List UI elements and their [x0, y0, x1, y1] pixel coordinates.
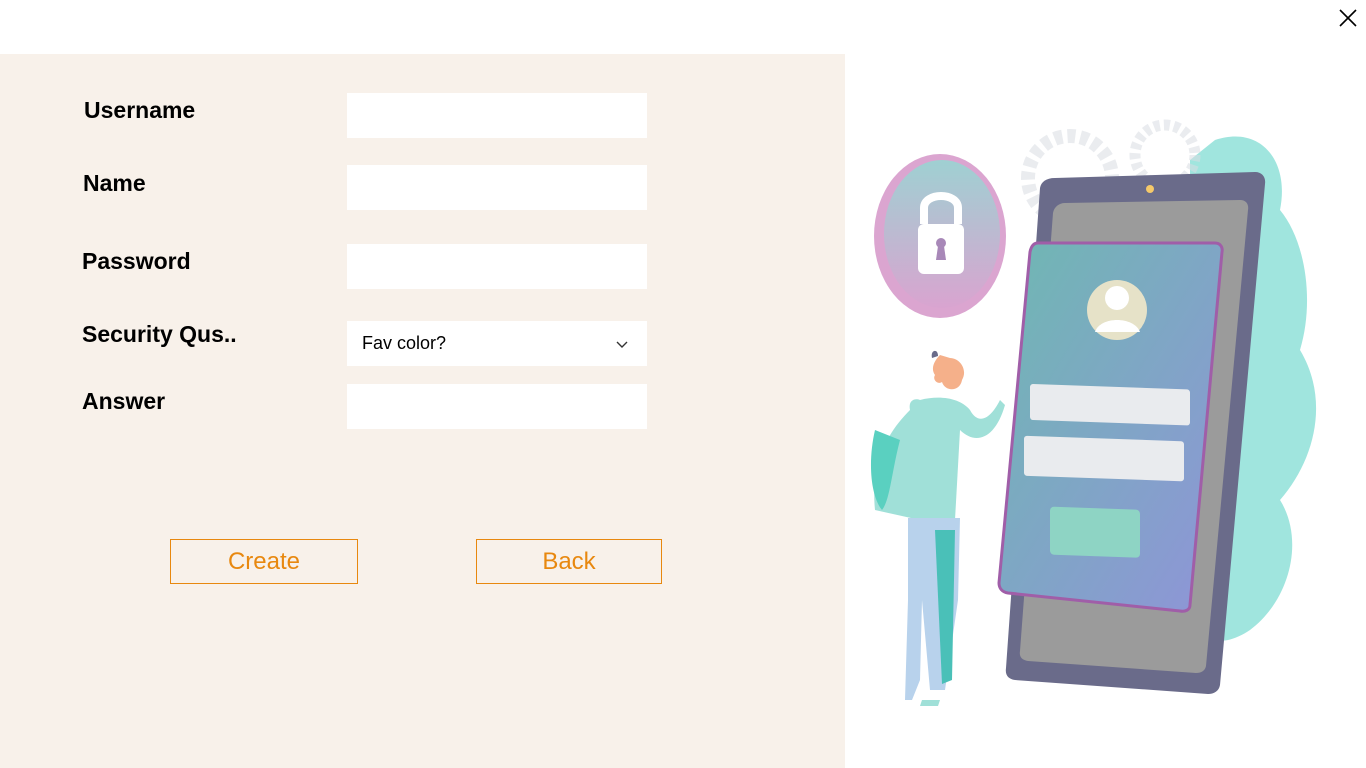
chevron-down-icon [616, 341, 628, 348]
create-button[interactable]: Create [170, 539, 358, 584]
card-field-2 [1024, 435, 1184, 482]
security-question-value: Fav color? [362, 333, 447, 353]
answer-input[interactable] [347, 384, 647, 429]
phone-login-illustration [870, 119, 1317, 706]
back-button[interactable]: Back [476, 539, 662, 584]
person-figure [870, 350, 1005, 706]
card-button [1050, 506, 1140, 558]
security-question-label: Security Qus.. [82, 321, 237, 347]
card-field-1 [1030, 384, 1190, 426]
phone-camera [1146, 185, 1154, 193]
password-input[interactable] [347, 244, 647, 289]
close-button[interactable] [1336, 6, 1360, 30]
create-account-window: Username Name Password Security Qus.. Fa… [0, 0, 1366, 768]
password-label: Password [82, 248, 191, 274]
close-icon [1339, 9, 1357, 27]
name-label: Name [83, 170, 146, 196]
username-input[interactable] [347, 93, 647, 138]
form-panel: Username Name Password Security Qus.. Fa… [0, 54, 845, 768]
answer-label: Answer [82, 388, 166, 414]
name-input[interactable] [347, 165, 647, 210]
username-label: Username [84, 97, 196, 123]
security-question-select[interactable]: Fav color? [347, 321, 647, 366]
